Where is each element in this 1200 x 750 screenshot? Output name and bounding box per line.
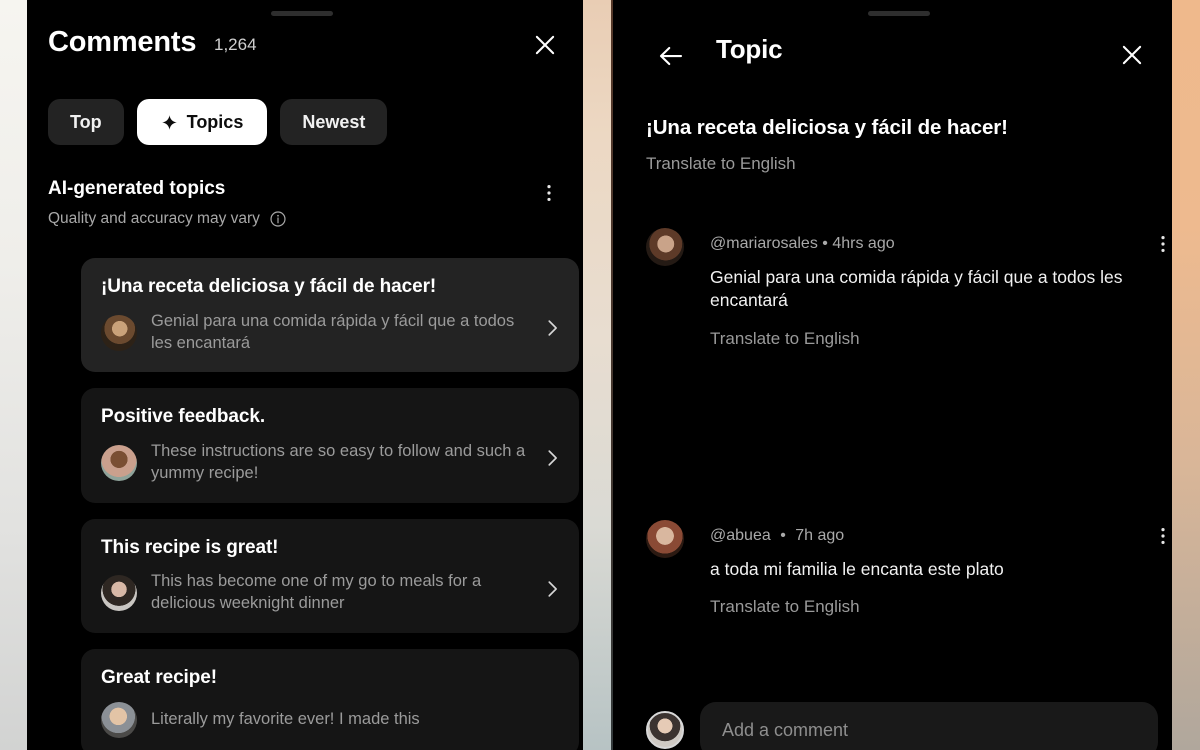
- meta-separator: •: [822, 235, 828, 252]
- translate-comment-button[interactable]: Translate to English: [710, 329, 860, 349]
- page-title: Topic: [716, 34, 783, 64]
- ai-topics-section-header: AI-generated topics Quality and accuracy…: [48, 178, 562, 228]
- kebab-menu-icon: [547, 184, 551, 202]
- comment-composer: Add a comment: [646, 702, 1158, 750]
- topic-card[interactable]: Positive feedback. These instructions ar…: [81, 388, 579, 503]
- sort-chips: Top Topics Newest: [48, 99, 388, 145]
- kebab-menu-icon: [1161, 235, 1165, 253]
- translate-comment-button[interactable]: Translate to English: [710, 597, 860, 617]
- info-icon[interactable]: [269, 210, 287, 228]
- page-title: Comments: [48, 26, 197, 58]
- chip-top-label: Top: [70, 111, 102, 132]
- back-button[interactable]: [653, 38, 689, 74]
- topic-card-snippet: Literally my favorite ever! I made this: [151, 709, 420, 728]
- topic-title: ¡Una receta deliciosa y fácil de hacer!: [646, 116, 1008, 139]
- topic-card-snippet: This has become one of my go to meals fo…: [151, 572, 482, 613]
- add-comment-input[interactable]: Add a comment: [700, 702, 1158, 750]
- background-strip-middle: [583, 0, 613, 750]
- sheet-drag-handle[interactable]: [271, 11, 333, 16]
- topic-header: Topic: [613, 34, 1172, 80]
- chip-topics[interactable]: Topics: [136, 99, 268, 145]
- topic-card-snippet: Genial para una comida rápida y fácil qu…: [151, 311, 515, 352]
- topic-card-list: ¡Una receta deliciosa y fácil de hacer! …: [81, 258, 579, 750]
- topic-card-title: ¡Una receta deliciosa y fácil de hacer!: [101, 276, 437, 297]
- chip-newest[interactable]: Newest: [280, 99, 388, 145]
- section-title: AI-generated topics: [48, 178, 226, 199]
- chip-newest-label: Newest: [302, 111, 366, 132]
- comment-author[interactable]: @mariarosales: [710, 235, 818, 252]
- avatar: [101, 701, 137, 738]
- topic-card[interactable]: ¡Una receta deliciosa y fácil de hacer! …: [81, 258, 579, 373]
- topic-detail-panel: Topic ¡Una receta deliciosa y fácil de h…: [613, 0, 1172, 750]
- comment-overflow-button[interactable]: [1150, 231, 1172, 257]
- comments-count: 1,264: [214, 35, 257, 54]
- chevron-right-icon: [541, 578, 563, 600]
- topic-card[interactable]: Great recipe! Literally my favorite ever…: [81, 648, 579, 750]
- topic-card[interactable]: This recipe is great! This has become on…: [81, 518, 579, 633]
- avatar[interactable]: [646, 228, 684, 266]
- close-button[interactable]: [528, 28, 562, 62]
- back-arrow-icon: [659, 46, 683, 66]
- chevron-right-icon: [541, 317, 563, 339]
- comments-panel: Comments 1,264 Top Topics Newest AI-gene…: [27, 0, 583, 750]
- meta-separator: •: [780, 527, 786, 544]
- avatar[interactable]: [646, 520, 684, 558]
- comment-timestamp: 7h ago: [795, 527, 845, 544]
- topic-card-title: Positive feedback.: [101, 406, 265, 428]
- avatar: [101, 314, 137, 351]
- close-button[interactable]: [1115, 38, 1149, 72]
- comment-author[interactable]: @abuea: [710, 527, 771, 544]
- kebab-menu-icon: [1161, 527, 1165, 545]
- comment-overflow-button[interactable]: [1150, 523, 1172, 549]
- comment-meta: @abuea • 7h ago: [710, 520, 1130, 544]
- topic-summary: ¡Una receta deliciosa y fácil de hacer! …: [646, 116, 1146, 174]
- add-comment-placeholder: Add a comment: [722, 719, 849, 740]
- close-icon: [535, 35, 555, 55]
- translate-topic-button[interactable]: Translate to English: [646, 154, 796, 174]
- comments-header: Comments 1,264: [27, 26, 583, 80]
- section-overflow-button[interactable]: [536, 180, 562, 206]
- comment-item: @mariarosales • 4hrs ago Genial para una…: [646, 228, 1170, 349]
- sheet-drag-handle[interactable]: [868, 11, 930, 16]
- avatar: [101, 575, 137, 612]
- comment-timestamp: 4hrs ago: [832, 235, 895, 252]
- comment-text: Genial para una comida rápida y fácil qu…: [710, 267, 1123, 311]
- chip-top[interactable]: Top: [48, 99, 124, 145]
- avatar: [646, 711, 684, 749]
- comment-text: a toda mi familia le encanta este plato: [710, 559, 1004, 579]
- chip-topics-label: Topics: [186, 111, 244, 132]
- screenshot-stage: Comments 1,264 Top Topics Newest AI-gene…: [0, 0, 1200, 750]
- sparkle-icon: [161, 114, 177, 130]
- close-icon: [1122, 45, 1142, 65]
- comment-meta: @mariarosales • 4hrs ago: [710, 228, 1130, 252]
- topic-card-snippet: These instructions are so easy to follow…: [151, 442, 526, 482]
- comment-item: @abuea • 7h ago a toda mi familia le enc…: [646, 520, 1170, 617]
- topic-card-title: This recipe is great!: [101, 536, 279, 558]
- chevron-right-icon: [541, 447, 563, 469]
- topic-card-title: Great recipe!: [101, 666, 217, 688]
- background-strip-left: [0, 0, 27, 750]
- section-subtitle: Quality and accuracy may vary: [48, 210, 260, 227]
- background-strip-right: [1172, 0, 1200, 750]
- avatar: [101, 444, 137, 481]
